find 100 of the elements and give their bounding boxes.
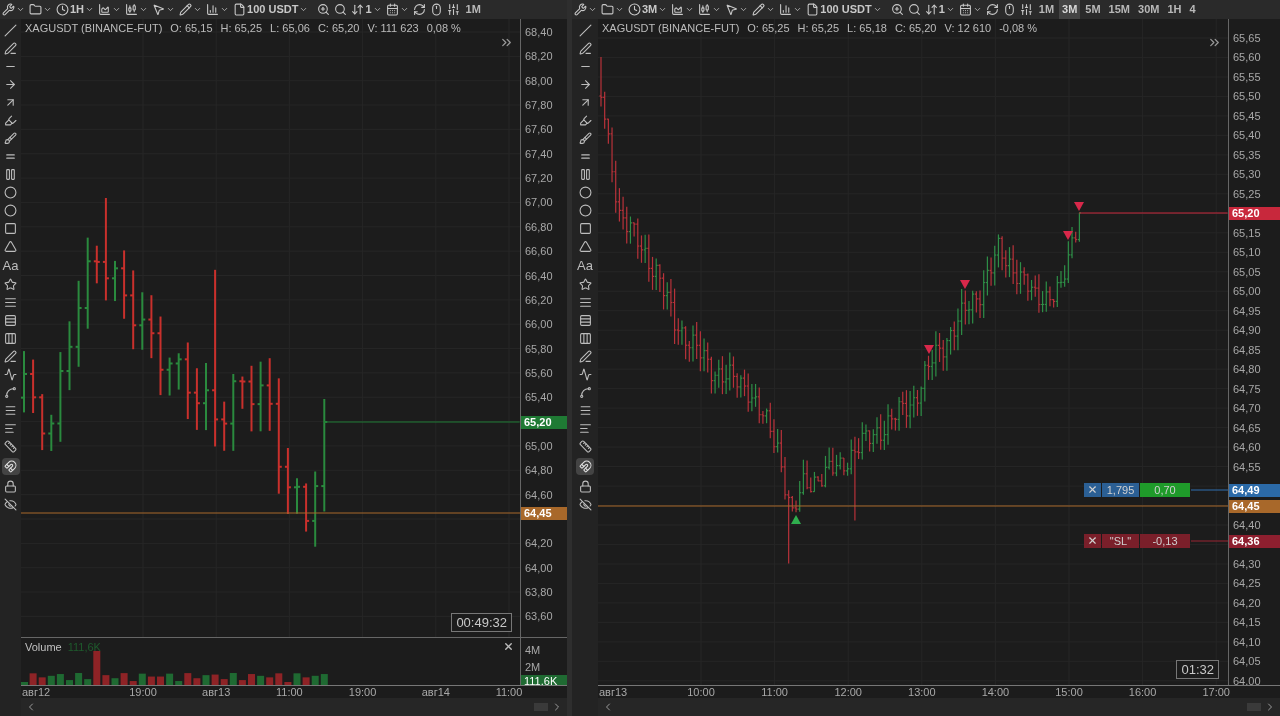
time-label: авг13 <box>202 686 231 698</box>
parallel-bars-icon[interactable] <box>4 168 17 181</box>
interval-tab[interactable]: 1M <box>1035 0 1058 19</box>
chevron-down-icon <box>793 5 803 14</box>
clock-button[interactable]: 1H <box>55 0 96 19</box>
price-label: 67,20 <box>525 172 553 186</box>
text-tool[interactable]: Aa <box>577 258 593 273</box>
interval-tab[interactable]: 15M <box>1105 0 1133 19</box>
close-icon[interactable] <box>503 641 514 652</box>
magnet-button[interactable] <box>576 458 594 475</box>
calendar-button[interactable] <box>957 0 983 19</box>
calendar-button[interactable] <box>384 0 410 19</box>
wrench-button[interactable] <box>1 0 26 19</box>
ruler-icon[interactable] <box>4 440 17 453</box>
clock-button[interactable]: 3M <box>627 0 669 19</box>
columns-icon[interactable] <box>578 332 592 345</box>
chevron-down-icon <box>16 5 25 14</box>
price-label: 67,80 <box>525 99 553 113</box>
magnet-button[interactable] <box>1 458 20 475</box>
lines-icon[interactable] <box>4 296 17 309</box>
lock-icon[interactable] <box>4 480 17 493</box>
zigzag-icon[interactable] <box>578 368 592 381</box>
chevron-down-icon <box>43 5 52 14</box>
horizontal-scrollbar[interactable] <box>21 698 567 716</box>
bar-countdown: 01:32 <box>1176 660 1219 679</box>
brush-icon[interactable] <box>4 132 17 145</box>
slash-icon[interactable] <box>4 24 17 37</box>
arrow-right-icon[interactable] <box>578 78 592 91</box>
cancel-order-button[interactable] <box>1084 482 1101 497</box>
refresh-icon <box>412 3 426 16</box>
star-icon[interactable] <box>578 278 592 291</box>
time-label: 11:00 <box>495 686 523 698</box>
columns-icon[interactable] <box>4 332 17 345</box>
interval-tab[interactable]: 4 <box>1186 0 1199 19</box>
high-price: H: 65,25 <box>797 21 840 36</box>
time-label: 13:00 <box>908 686 936 698</box>
circle-icon[interactable] <box>578 204 592 217</box>
eye-off-icon[interactable] <box>4 498 17 511</box>
price-label: 64,20 <box>525 537 553 551</box>
sort-arrows-button[interactable]: 1 <box>350 0 383 19</box>
price-label: 65,55 <box>1233 70 1261 84</box>
align-left-icon[interactable] <box>4 422 17 435</box>
curve-icon[interactable] <box>4 386 17 399</box>
sort-arrows-button[interactable]: 1 <box>923 0 956 19</box>
cancel-order-button[interactable] <box>1084 533 1101 548</box>
chevron-down-icon <box>945 5 955 14</box>
zigzag-icon[interactable] <box>4 368 17 381</box>
file-button[interactable]: 100 USDT <box>805 0 883 19</box>
refresh-icon <box>985 3 999 16</box>
folder-icon <box>29 3 42 16</box>
order-pnl: 0,70 <box>1140 482 1190 497</box>
wrench-icon <box>574 3 587 16</box>
price-label: 65,50 <box>1233 90 1261 104</box>
price-label: 66,20 <box>525 293 553 307</box>
pencil-icon <box>179 3 193 16</box>
triangle-icon[interactable] <box>4 240 17 253</box>
chevron-down-icon <box>193 5 203 14</box>
arrow-up-right-icon[interactable] <box>4 96 17 109</box>
interval-tab[interactable]: 5M <box>1082 0 1104 19</box>
sort-arrows-icon <box>351 3 365 16</box>
interval-tab[interactable]: 1H <box>1164 0 1185 19</box>
candlestick-icon <box>125 3 139 16</box>
price-label: 64,80 <box>1233 363 1261 377</box>
triangle-icon[interactable] <box>578 240 592 253</box>
price-label: 65,60 <box>1233 51 1261 65</box>
interval-tab[interactable]: 3M <box>1059 0 1081 19</box>
stripes-icon[interactable] <box>578 404 592 417</box>
circle-icon[interactable] <box>4 186 17 199</box>
eye-off-icon[interactable] <box>578 498 592 511</box>
circle-icon[interactable] <box>578 186 592 199</box>
brush-icon[interactable] <box>578 132 592 145</box>
pen-icon[interactable] <box>4 350 17 363</box>
pen-line-icon[interactable] <box>578 42 592 55</box>
curve-icon[interactable] <box>578 386 592 399</box>
horizontal-scrollbar[interactable] <box>598 698 1280 716</box>
time-label: 17:00 <box>1202 686 1230 698</box>
ruler-icon[interactable] <box>578 440 592 453</box>
price-label: 65,45 <box>1233 109 1261 123</box>
circle-icon[interactable] <box>4 204 17 217</box>
text-tool[interactable]: Aa <box>2 258 19 273</box>
rows-icon[interactable] <box>4 314 17 327</box>
align-left-icon[interactable] <box>578 422 592 435</box>
square-icon[interactable] <box>4 222 17 235</box>
file-button[interactable]: 100 USDT <box>232 0 310 19</box>
arrow-right-icon[interactable] <box>4 78 17 91</box>
rows-icon[interactable] <box>578 314 592 327</box>
highlighter-icon[interactable] <box>4 114 17 127</box>
pen-line-icon[interactable] <box>4 42 17 55</box>
highlighter-icon[interactable] <box>578 114 592 127</box>
stripes-icon[interactable] <box>4 404 17 417</box>
interval-tab[interactable]: 30M <box>1135 0 1163 19</box>
interval-tab[interactable]: 1M <box>462 0 484 19</box>
parallel-bars-icon[interactable] <box>578 168 592 181</box>
lines-icon[interactable] <box>578 296 592 309</box>
pen-icon[interactable] <box>578 350 592 363</box>
slash-icon[interactable] <box>578 24 592 37</box>
star-icon[interactable] <box>4 278 17 291</box>
lock-icon[interactable] <box>578 480 592 493</box>
square-icon[interactable] <box>578 222 592 235</box>
wrench-button[interactable] <box>573 0 598 19</box>
